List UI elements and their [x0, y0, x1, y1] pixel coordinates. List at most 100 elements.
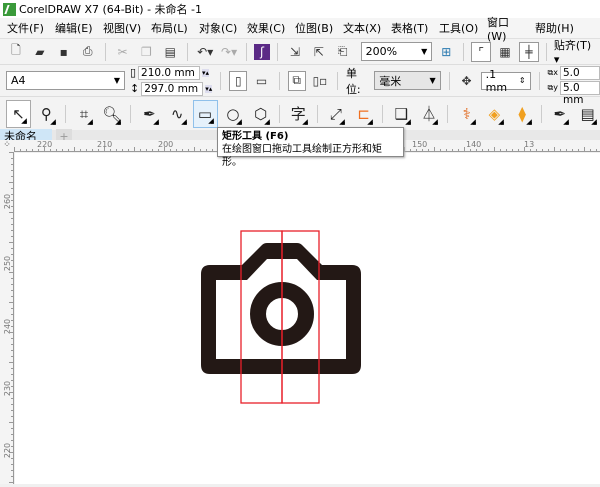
divider	[220, 71, 222, 90]
color-eyedropper-tool-icon[interactable]: ⚕	[454, 100, 479, 128]
cut-icon[interactable]: ✂	[113, 42, 133, 62]
dimension-tool-icon[interactable]: ⤢	[324, 100, 349, 128]
zoom-tool-icon[interactable]: 🔍︎	[99, 100, 124, 128]
ruler-tick	[11, 440, 13, 441]
show-guidelines-icon[interactable]: ╪	[518, 41, 539, 62]
undo-icon[interactable]: ↶▾	[195, 42, 215, 62]
ruler-tick	[11, 296, 13, 297]
ruler-tick	[11, 338, 13, 339]
camera-shape[interactable]	[201, 243, 361, 374]
show-rulers-icon[interactable]: ⌜	[471, 41, 492, 62]
divider	[187, 42, 189, 61]
chevron-down-icon: ▼	[113, 76, 120, 85]
ruler-tick	[9, 452, 13, 453]
search-content-icon[interactable]: ʃ	[254, 43, 270, 60]
copy-icon[interactable]: ❐	[136, 42, 156, 62]
menu-item[interactable]: 视图(V)	[96, 20, 144, 36]
vertical-ruler[interactable]: 260 250 240 230 220	[0, 152, 14, 484]
units-label: 单位:	[345, 66, 361, 96]
outline-pen-tool-icon[interactable]: ✒	[547, 100, 572, 128]
fill-tool-icon[interactable]: ▤	[575, 100, 600, 128]
tooltip: 矩形工具 (F6) 在绘图窗口拖动工具绘制正方形和矩形。	[217, 127, 404, 168]
redo-icon[interactable]: ↷▾	[219, 42, 239, 62]
standard-toolbar: 🗋 ▰ ▪ ⎙ ✂ ❐ ▤ ↶▾ ↷▾ ʃ ⇲ ⇱ ⎗ 200% ▼ ⊞ ⌜ ▦ …	[0, 37, 600, 66]
new-icon[interactable]: 🗋	[6, 42, 26, 62]
freehand-tool-icon[interactable]: ∿	[165, 100, 190, 128]
ellipse-tool-icon[interactable]: ○	[221, 100, 246, 128]
menu-item[interactable]: 位图(B)	[288, 20, 336, 36]
polygon-tool-icon[interactable]: ⬡	[248, 100, 273, 128]
rectangle-tool-icon[interactable]: ▭	[192, 99, 218, 128]
current-page-icon[interactable]: ▯▫	[311, 71, 329, 91]
ruler-tick	[74, 147, 75, 151]
divider	[316, 104, 318, 123]
portrait-icon[interactable]: ▯	[229, 70, 248, 91]
ruler-tick	[452, 149, 453, 151]
ruler-tick	[11, 254, 13, 255]
menu-item[interactable]: 窗口(W)	[480, 14, 528, 43]
ruler-tick	[584, 147, 585, 151]
transparency-tool-icon[interactable]: ⏃	[417, 100, 442, 128]
divider	[337, 71, 338, 90]
paste-icon[interactable]: ▤	[160, 42, 180, 62]
page-size-select[interactable]: A4 ▼	[6, 71, 125, 90]
units-select[interactable]: 毫米 ▼	[374, 71, 441, 90]
open-icon[interactable]: ▰	[30, 42, 50, 62]
page-height-input[interactable]: 297.0 mm	[141, 81, 204, 96]
menu-item[interactable]: 帮助(H)	[528, 20, 576, 36]
landscape-icon[interactable]: ▭	[252, 71, 270, 91]
ruler-tick	[11, 236, 13, 237]
menu-item[interactable]: 工具(O)	[432, 20, 480, 36]
menu-item[interactable]: 文件(F)	[0, 20, 48, 36]
show-grid-icon[interactable]: ▦	[495, 42, 515, 62]
width-spinner[interactable]: ▾▴	[202, 68, 210, 77]
menu-item[interactable]: 表格(T)	[384, 20, 432, 36]
connector-tool-icon[interactable]: ⊏	[351, 100, 376, 128]
snap-label: 贴齐(T)	[553, 39, 592, 52]
duplicate-y-input[interactable]: 5.0 mm	[559, 81, 600, 106]
height-spinner[interactable]: ▾▴	[205, 84, 213, 93]
import-icon[interactable]: ⇲	[285, 42, 305, 62]
ruler-tick	[128, 149, 129, 151]
drawing-canvas[interactable]	[15, 153, 600, 484]
ruler-origin-icon[interactable]: ⁘	[0, 140, 14, 152]
menu-item[interactable]: 对象(C)	[192, 20, 240, 36]
zoom-level-select[interactable]: 200% ▼	[360, 42, 433, 61]
ruler-tick	[200, 149, 201, 151]
ruler-tick	[116, 149, 117, 151]
menu-item[interactable]: 编辑(E)	[48, 20, 96, 36]
ruler-tick	[11, 164, 13, 165]
pen-tool-icon[interactable]: ✒	[137, 100, 162, 128]
smart-fill-tool-icon[interactable]: ⧫	[510, 100, 535, 128]
spinner-icon[interactable]: ⇕	[519, 76, 526, 85]
ruler-tick	[11, 380, 13, 381]
snap-to-button[interactable]: 贴齐(T) ▾	[554, 37, 600, 66]
ruler-tick	[32, 149, 33, 151]
all-pages-icon[interactable]: ⧉	[287, 70, 306, 91]
ruler-tick	[14, 147, 15, 151]
shape-tool-icon[interactable]: ⚲	[34, 100, 59, 128]
full-screen-icon[interactable]: ⊞	[436, 42, 456, 62]
save-icon[interactable]: ▪	[54, 42, 74, 62]
interactive-fill-tool-icon[interactable]: ◈	[482, 100, 507, 128]
text-tool-icon[interactable]: 字	[286, 100, 311, 128]
duplicate-x-input[interactable]: 5.0 mm	[559, 66, 600, 91]
export-icon[interactable]: ⇱	[309, 42, 329, 62]
ruler-tick	[410, 149, 411, 151]
menu-item[interactable]: 效果(C)	[240, 20, 288, 36]
crop-tool-icon[interactable]: ⌗	[72, 100, 97, 128]
ruler-tick	[536, 149, 537, 151]
ruler-tick	[11, 188, 13, 189]
ruler-tick	[11, 464, 13, 465]
drop-shadow-tool-icon[interactable]: ❑	[389, 100, 414, 128]
nudge-distance-input[interactable]: .1 mm ⇕	[480, 68, 531, 94]
menu-item[interactable]: 布局(L)	[144, 20, 192, 36]
page-width-input[interactable]: 210.0 mm	[138, 65, 201, 80]
pick-tool-icon[interactable]: ↖	[6, 99, 31, 128]
ruler-tick	[11, 374, 13, 375]
publish-pdf-icon[interactable]: ⎗	[333, 42, 353, 62]
ruler-tick	[560, 149, 561, 151]
menu-item[interactable]: 文本(X)	[336, 20, 384, 36]
ruler-tick	[482, 149, 483, 151]
print-icon[interactable]: ⎙	[78, 42, 98, 62]
